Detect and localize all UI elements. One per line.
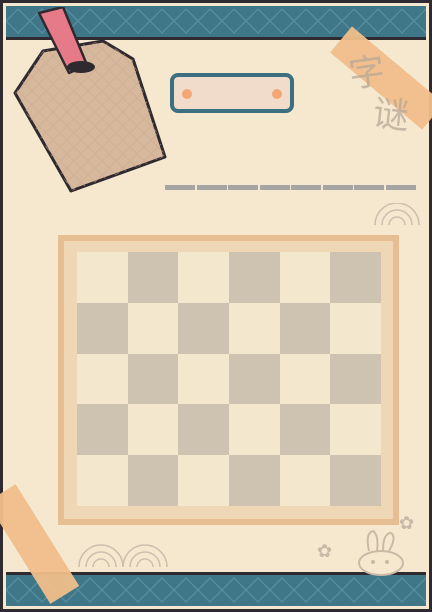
title-plaque [170, 73, 294, 113]
board-cell[interactable] [229, 404, 280, 456]
board-cell[interactable] [127, 353, 179, 405]
board-cell[interactable] [279, 353, 331, 405]
answer-slot[interactable] [385, 185, 416, 190]
game-card: ✿ ✿ 字 谜 [0, 0, 432, 612]
board-cell[interactable] [77, 302, 128, 354]
board-cell[interactable] [330, 252, 381, 303]
board-cell[interactable] [127, 302, 179, 354]
board-cell[interactable] [229, 353, 280, 405]
board-cell[interactable] [127, 252, 179, 303]
board-cell[interactable] [178, 404, 229, 456]
plaque-rivet-icon [272, 89, 282, 99]
logo-glyph-2: 谜 [371, 93, 412, 138]
answer-slot[interactable] [291, 185, 321, 190]
board-cell[interactable] [77, 404, 128, 456]
board-cell[interactable] [229, 302, 280, 354]
board-cell[interactable] [77, 252, 128, 303]
answer-slot[interactable] [354, 185, 384, 190]
plaque-rivet-icon [182, 89, 192, 99]
board-cell[interactable] [178, 455, 229, 506]
answer-slot[interactable] [322, 185, 353, 190]
board-cell[interactable] [330, 302, 381, 354]
answer-slot[interactable] [196, 185, 227, 190]
board-cell[interactable] [330, 353, 381, 405]
game-logo: 字 谜 [343, 50, 429, 145]
rabbit-mascot-icon [358, 529, 404, 576]
logo-glyph-1: 字 [346, 50, 388, 97]
wave-decoration-icon [78, 544, 168, 568]
answer-slot[interactable] [228, 185, 258, 190]
answer-slot[interactable] [259, 185, 290, 190]
board-cell[interactable] [330, 404, 381, 456]
answer-slots [165, 185, 416, 191]
puzzle-grid [77, 252, 381, 506]
board-cell[interactable] [330, 455, 381, 506]
answer-slot[interactable] [165, 185, 195, 190]
wave-decoration-icon [374, 203, 420, 226]
board-cell[interactable] [178, 353, 229, 405]
board-cell[interactable] [178, 302, 229, 354]
board-cell[interactable] [178, 252, 229, 303]
board-cell[interactable] [279, 252, 331, 303]
board-cell[interactable] [127, 455, 179, 506]
board-cell[interactable] [279, 455, 331, 506]
board-cell[interactable] [229, 455, 280, 506]
board-cell[interactable] [77, 353, 128, 405]
hanging-tag [13, 7, 167, 193]
board-cell[interactable] [127, 404, 179, 456]
board-cell[interactable] [279, 404, 331, 456]
board-cell[interactable] [77, 455, 128, 506]
board-cell[interactable] [229, 252, 280, 303]
board-cell[interactable] [279, 302, 331, 354]
flower-decoration-icon: ✿ [317, 541, 333, 562]
